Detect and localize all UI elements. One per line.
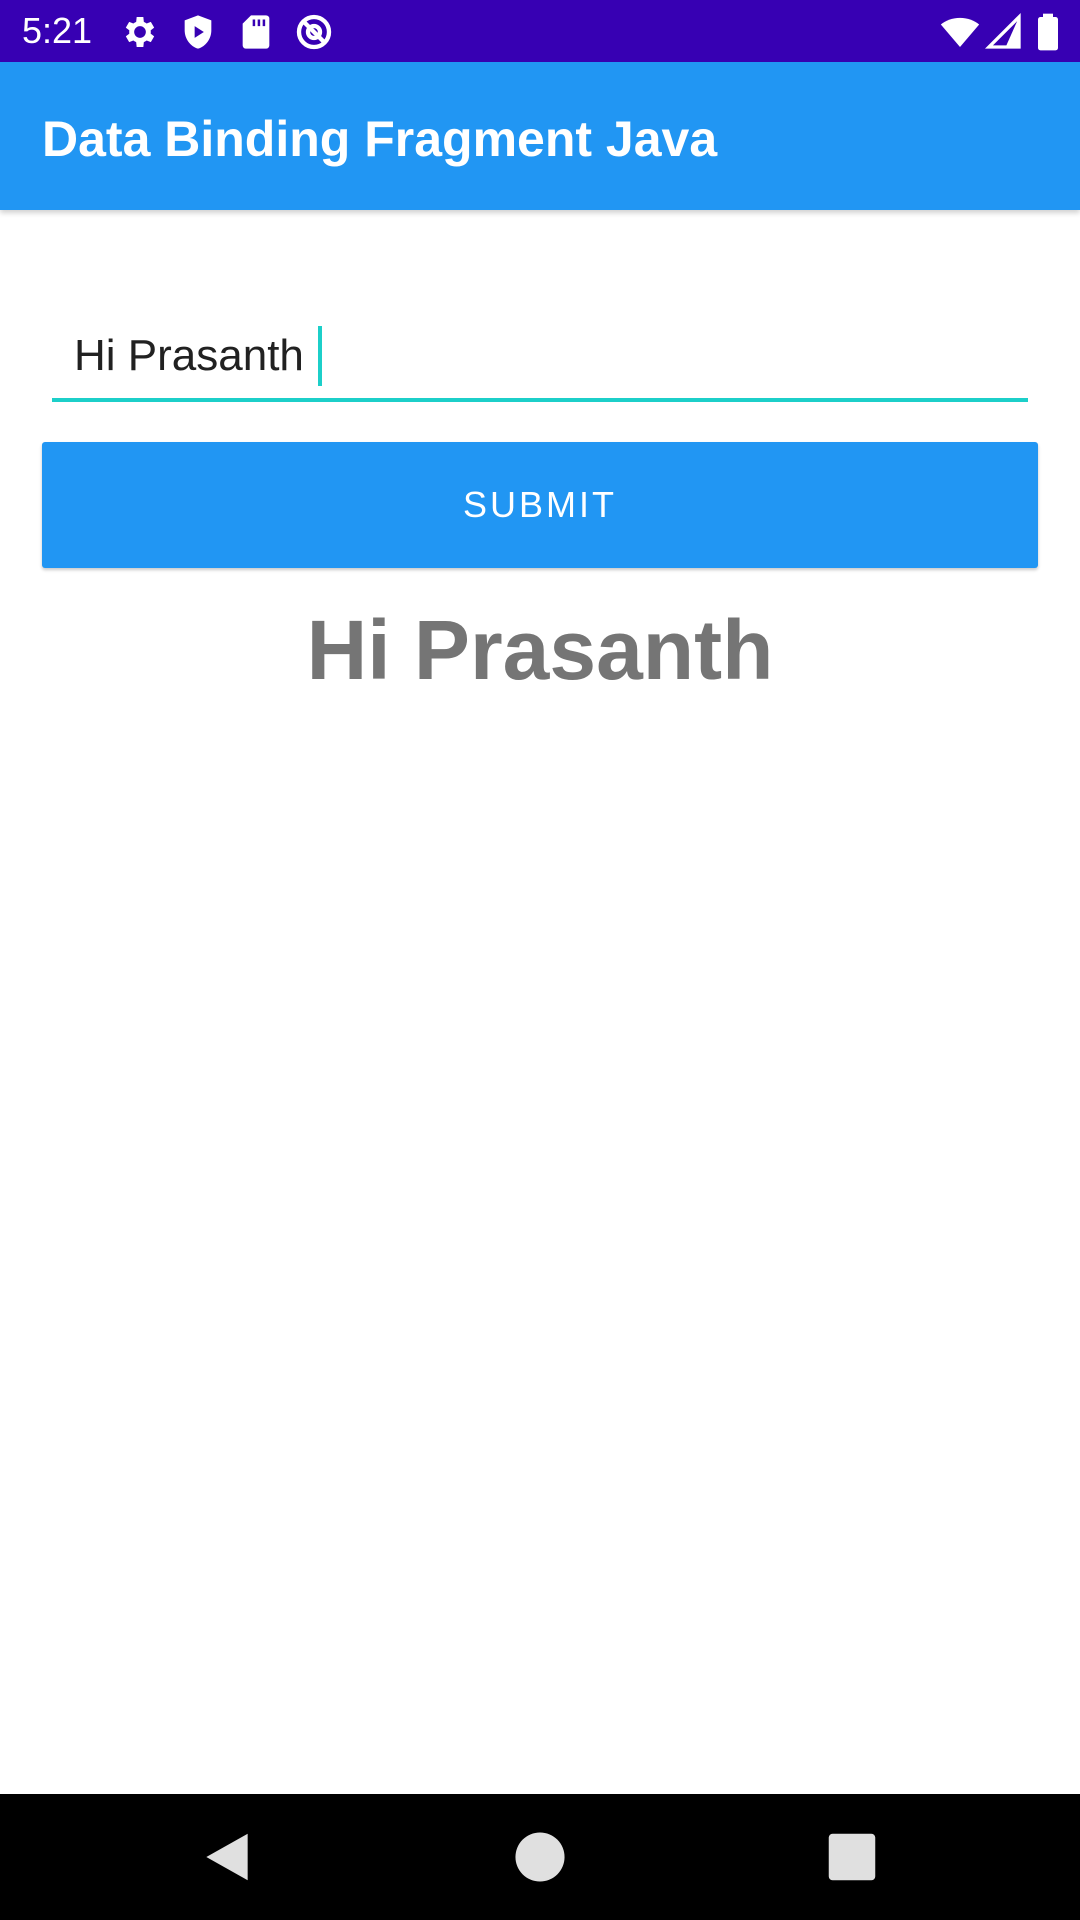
submit-button[interactable]: SUBMIT bbox=[42, 442, 1038, 568]
app-title: Data Binding Fragment Java bbox=[42, 111, 718, 167]
at-sign-icon bbox=[294, 12, 334, 52]
output-text: Hi Prasanth bbox=[306, 603, 774, 697]
battery-icon bbox=[1030, 12, 1066, 52]
sd-card-icon bbox=[236, 12, 276, 52]
text-cursor bbox=[318, 326, 322, 386]
recents-icon[interactable] bbox=[821, 1826, 883, 1888]
back-icon[interactable] bbox=[196, 1826, 258, 1888]
name-input-value[interactable]: Hi Prasanth bbox=[74, 328, 304, 384]
name-input[interactable]: Hi Prasanth bbox=[52, 318, 1028, 402]
wifi-icon bbox=[940, 12, 980, 52]
navigation-bar bbox=[0, 1794, 1080, 1920]
input-underline bbox=[52, 398, 1028, 402]
shield-play-icon bbox=[178, 12, 218, 52]
status-time: 5:21 bbox=[22, 10, 93, 51]
home-icon[interactable] bbox=[509, 1826, 571, 1888]
settings-icon bbox=[120, 12, 160, 52]
status-bar: 5:21 bbox=[0, 0, 1080, 62]
app-bar: Data Binding Fragment Java bbox=[0, 62, 1080, 210]
signal-icon bbox=[984, 12, 1024, 52]
